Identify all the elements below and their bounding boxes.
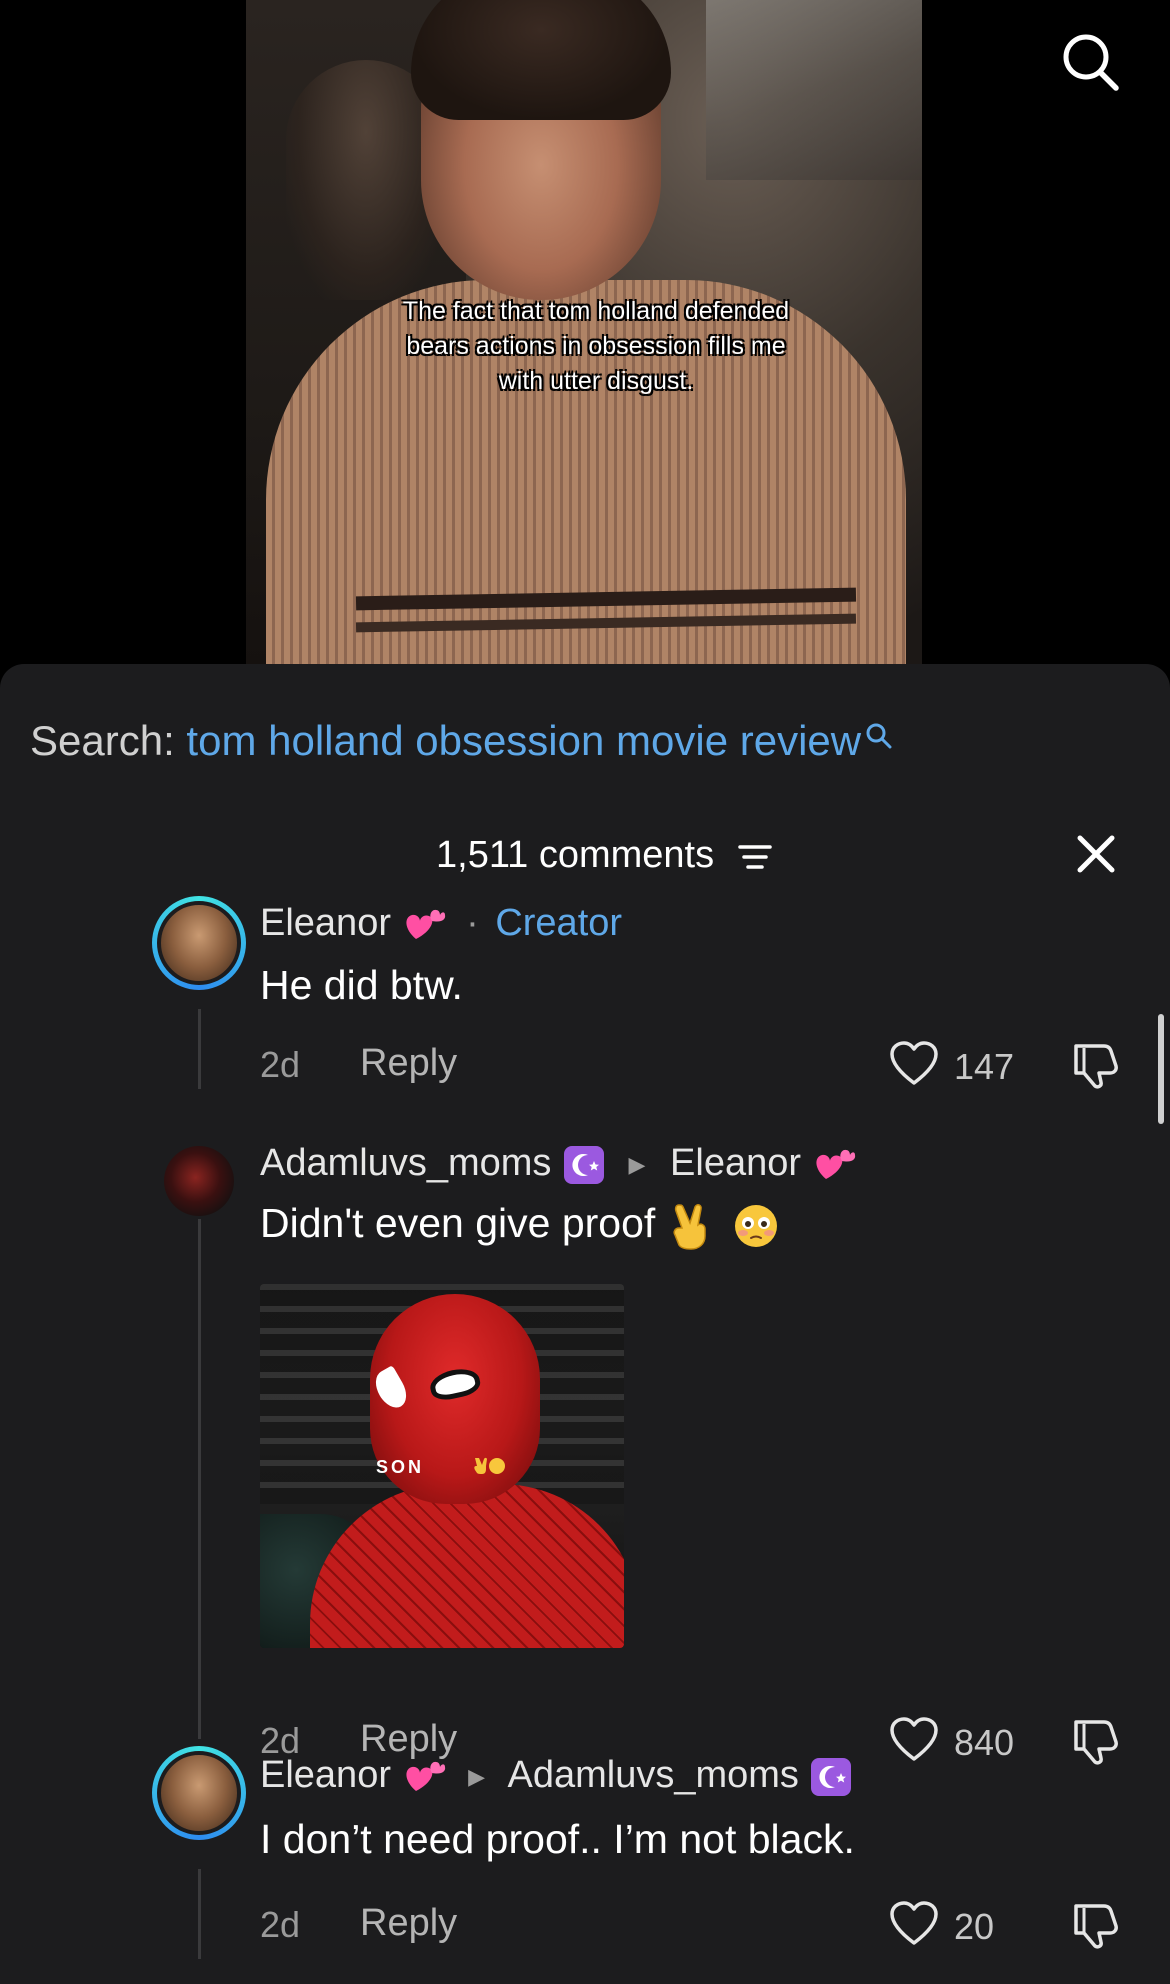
thumbs-down-icon xyxy=(1074,1720,1118,1765)
avatar[interactable] xyxy=(164,1146,234,1216)
like-button[interactable] xyxy=(888,1716,944,1766)
comment-text: He did btw. xyxy=(260,962,463,1008)
thumbs-down-icon xyxy=(1074,1904,1118,1949)
video-caption: The fact that tom holland defended bears… xyxy=(402,297,790,395)
like-count: 840 xyxy=(954,1722,1015,1763)
reply-arrow-icon: ▶ xyxy=(628,1151,646,1177)
comment-time: 2d xyxy=(260,1044,301,1085)
comments-header: 1,511 comments xyxy=(0,828,1170,888)
heart-outline-icon xyxy=(890,1717,938,1761)
comment-header: Eleanor · Creator xyxy=(260,900,622,946)
reply-arrow-icon: ▶ xyxy=(468,1763,486,1789)
comment-author[interactable]: Eleanor xyxy=(260,1754,391,1796)
avatar-image xyxy=(157,901,241,985)
reply-button[interactable]: Reply xyxy=(360,1902,457,1945)
comment-author[interactable]: Eleanor xyxy=(260,902,391,944)
separator-dot: · xyxy=(466,902,479,944)
video-player[interactable]: The fact that tom holland defended bears… xyxy=(0,0,1170,668)
thumbs-down-icon xyxy=(1074,1044,1118,1089)
thread-line xyxy=(198,1219,201,1739)
search-small-icon xyxy=(866,723,892,749)
comment-header: Adamluvs_moms ▶ Eleanor xyxy=(260,1140,856,1188)
heart-outline-icon xyxy=(890,1041,938,1085)
heart-emoji-icon xyxy=(405,1761,445,1791)
comments-sheet: Search: tom holland obsession movie revi… xyxy=(0,664,1170,1984)
video-background-window xyxy=(706,0,922,180)
comments-count: 1,511 comments xyxy=(436,834,715,876)
search-icon xyxy=(1063,34,1119,91)
heart-outline-icon xyxy=(890,1901,938,1945)
thread-line xyxy=(198,1009,201,1089)
search-term-link[interactable]: tom holland obsession movie review xyxy=(186,717,861,764)
search-suggestion[interactable]: Search: tom holland obsession movie revi… xyxy=(30,714,893,768)
victory-hand-icon xyxy=(474,1457,505,1474)
comment-actions: 2d Reply 147 xyxy=(260,1040,1120,1090)
video-frame[interactable]: The fact that tom holland defended bears… xyxy=(246,0,922,664)
creator-badge: Creator xyxy=(495,902,623,944)
search-button[interactable] xyxy=(1058,30,1124,96)
reply-to-author[interactable]: Eleanor xyxy=(670,1142,801,1184)
star-and-crescent-icon xyxy=(563,1145,604,1184)
video-person-hair xyxy=(411,0,671,120)
thread-line xyxy=(198,1869,201,1959)
scrollbar[interactable] xyxy=(1158,1014,1164,1124)
heart-emoji-icon xyxy=(816,1149,855,1179)
avatar-image xyxy=(157,1751,241,1835)
spiderman-body xyxy=(310,1484,624,1648)
like-button[interactable] xyxy=(888,1040,944,1090)
gif-caption: SON xyxy=(376,1457,425,1477)
comment-time: 2d xyxy=(260,1904,301,1945)
comment-text: I don’t need proof.. I’m not black. xyxy=(260,1816,855,1862)
victory-hand-icon xyxy=(673,1204,706,1250)
avatar[interactable] xyxy=(152,896,246,990)
sort-icon[interactable] xyxy=(738,842,772,874)
like-count: 20 xyxy=(954,1906,995,1947)
heart-emoji-icon xyxy=(405,909,445,939)
like-button[interactable] xyxy=(888,1900,944,1950)
comment-text: Didn't even give proof xyxy=(260,1200,656,1246)
search-prefix: Search: xyxy=(30,717,175,764)
dislike-button[interactable] xyxy=(1068,1040,1122,1090)
comment-author[interactable]: Adamluvs_moms xyxy=(260,1142,551,1184)
dislike-button[interactable] xyxy=(1068,1900,1122,1950)
close-button[interactable] xyxy=(1070,828,1122,880)
avatar[interactable] xyxy=(152,1746,246,1840)
like-count: 147 xyxy=(954,1046,1015,1087)
comment-text-row: Didn't even give proof xyxy=(260,1198,780,1251)
comment-gif[interactable]: SON xyxy=(260,1284,624,1648)
close-icon xyxy=(1077,835,1115,873)
star-and-crescent-icon xyxy=(811,1757,852,1796)
reply-to-author[interactable]: Adamluvs_moms xyxy=(508,1754,799,1796)
comment-header: Eleanor ▶ Adamluvs_moms xyxy=(260,1752,853,1800)
reply-button[interactable]: Reply xyxy=(360,1042,457,1085)
flushed-face-icon xyxy=(735,1205,778,1248)
dislike-button[interactable] xyxy=(1068,1716,1122,1766)
comment-actions: 2d Reply 20 xyxy=(260,1900,1120,1950)
